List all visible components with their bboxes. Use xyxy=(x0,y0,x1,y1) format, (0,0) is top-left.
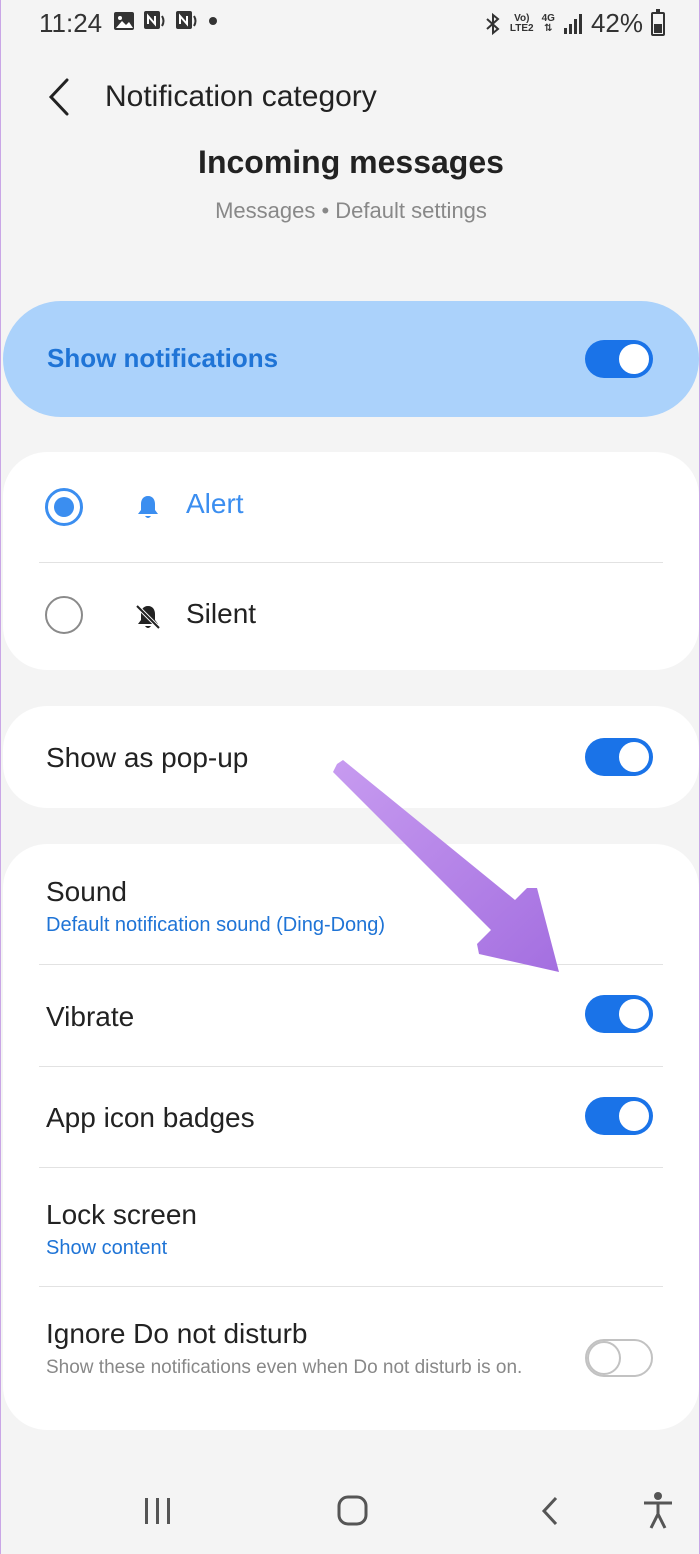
signal-icon xyxy=(563,13,582,34)
divider xyxy=(39,562,663,563)
silent-radio[interactable] xyxy=(45,596,83,634)
home-icon[interactable] xyxy=(336,1490,370,1530)
badges-toggle[interactable] xyxy=(585,1097,653,1135)
network-indicator: 4G ⇅ xyxy=(541,12,555,34)
lock-screen-label: Lock screen xyxy=(46,1199,197,1230)
divider xyxy=(39,1066,663,1067)
battery-icon xyxy=(651,8,665,36)
bell-off-icon xyxy=(135,604,161,630)
badges-label: App icon badges xyxy=(46,1102,255,1133)
back-button[interactable] xyxy=(39,74,79,120)
battery-percentage: 42% xyxy=(590,8,643,38)
bell-icon xyxy=(138,496,158,518)
status-system-icons: Vo) LTE2 4G ⇅ 42% xyxy=(484,8,665,39)
category-subtitle: Messages • Default settings xyxy=(215,198,487,223)
alert-radio[interactable] xyxy=(45,488,83,526)
recents-icon[interactable] xyxy=(143,1490,173,1530)
page-title: Notification category xyxy=(105,80,377,113)
popup-toggle[interactable] xyxy=(585,738,653,776)
annotation-arrow-icon xyxy=(333,760,559,972)
chevron-left-icon xyxy=(48,78,69,116)
divider xyxy=(39,1167,663,1168)
status-time: 11:24 xyxy=(39,8,103,38)
show-notifications-toggle[interactable] xyxy=(585,340,653,378)
dot-icon xyxy=(209,17,217,25)
show-notifications-row[interactable]: Show notifications xyxy=(3,301,699,417)
lock-screen-value: Show content xyxy=(46,1237,168,1259)
nfc-icon-2 xyxy=(176,11,197,29)
navigation-bar xyxy=(1,1468,700,1554)
dnd-description: Show these notifications even when Do no… xyxy=(46,1357,523,1378)
vibrate-label: Vibrate xyxy=(46,1001,135,1032)
silent-label: Silent xyxy=(186,598,257,629)
volte-indicator: Vo) LTE2 xyxy=(509,12,534,34)
category-title: Incoming messages xyxy=(1,134,700,180)
alert-mode-card: Alert Silent xyxy=(3,452,699,670)
accessibility-icon[interactable] xyxy=(641,1490,675,1530)
vibrate-toggle[interactable] xyxy=(585,995,653,1033)
dnd-label: Ignore Do not disturb xyxy=(46,1318,308,1349)
gallery-icon xyxy=(114,12,134,30)
app-header: Notification category xyxy=(1,60,700,140)
data-arrows-icon: ⇅ xyxy=(544,22,553,34)
dnd-toggle[interactable] xyxy=(585,1339,653,1377)
status-notification-icons xyxy=(113,10,219,32)
nfc-icon xyxy=(144,11,165,29)
status-bar: 11:24 Vo) LTE2 4G ⇅ 42% xyxy=(1,0,700,46)
popup-label: Show as pop-up xyxy=(46,742,249,773)
bluetooth-icon xyxy=(486,12,500,35)
alert-label: Alert xyxy=(186,488,244,519)
back-icon[interactable] xyxy=(536,1490,566,1530)
sound-label: Sound xyxy=(46,876,127,907)
show-notifications-label: Show notifications xyxy=(47,343,279,373)
category-name: Incoming messages xyxy=(198,144,504,180)
divider xyxy=(39,1286,663,1287)
